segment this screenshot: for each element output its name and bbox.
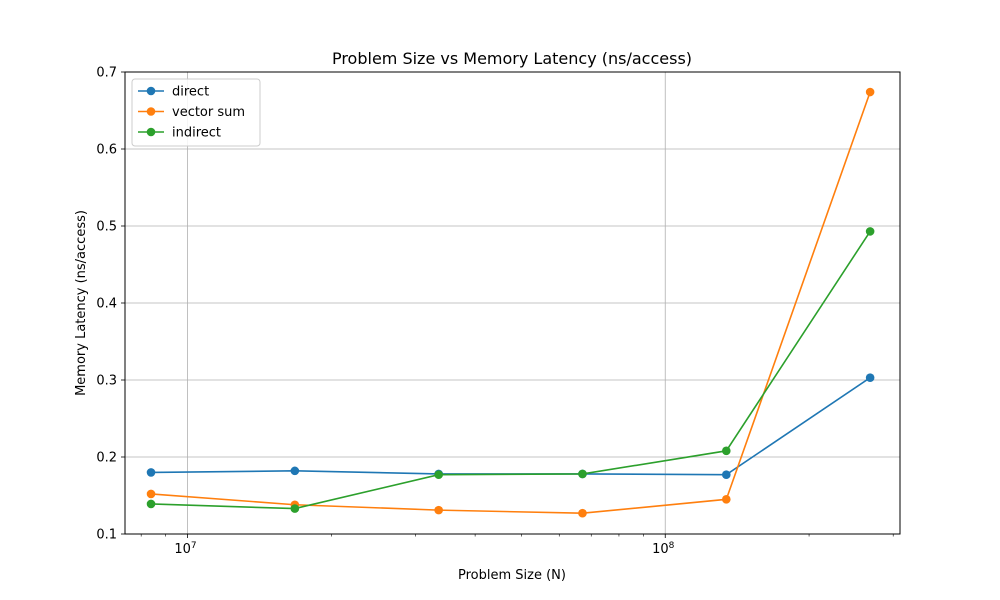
data-point xyxy=(146,468,156,477)
legend-label: direct xyxy=(172,85,209,100)
y-tick-label: 0.6 xyxy=(96,143,117,158)
legend-label: vector sum xyxy=(172,105,245,120)
data-point xyxy=(578,508,587,518)
data-point xyxy=(865,227,875,236)
data-point xyxy=(722,446,731,456)
legend: direct vector sum indirect xyxy=(131,78,261,147)
data-point xyxy=(146,489,156,499)
line-chart: 0.10.20.30.40.50.60.7107 108 Problem Size… xyxy=(0,0,1000,600)
chart-title: Problem Size vs Memory Latency (ns/acces… xyxy=(332,49,692,68)
y-tick-label: 0.7 xyxy=(96,66,117,81)
data-point xyxy=(290,466,300,476)
y-tick-label: 0.1 xyxy=(96,528,117,543)
legend-swatch-marker xyxy=(146,86,156,96)
legend-swatch-marker xyxy=(146,127,156,137)
data-point xyxy=(290,504,300,513)
data-point xyxy=(146,499,156,509)
legend-swatch-marker xyxy=(146,107,156,116)
data-point xyxy=(722,495,731,504)
y-tick-label: 0.3 xyxy=(96,374,117,389)
data-point xyxy=(434,505,443,515)
y-axis-label: Memory Latency (ns/access) xyxy=(74,210,89,396)
y-tick-label: 0.5 xyxy=(96,220,117,235)
y-tick-label: 0.4 xyxy=(96,297,117,312)
data-point xyxy=(865,87,875,97)
legend-label: indirect xyxy=(172,126,221,141)
data-point xyxy=(865,373,875,382)
data-point xyxy=(578,469,587,479)
x-axis-label: Problem Size (N) xyxy=(458,568,566,583)
y-tick-label: 0.2 xyxy=(96,451,117,466)
data-point xyxy=(722,470,731,480)
data-point xyxy=(434,470,443,480)
